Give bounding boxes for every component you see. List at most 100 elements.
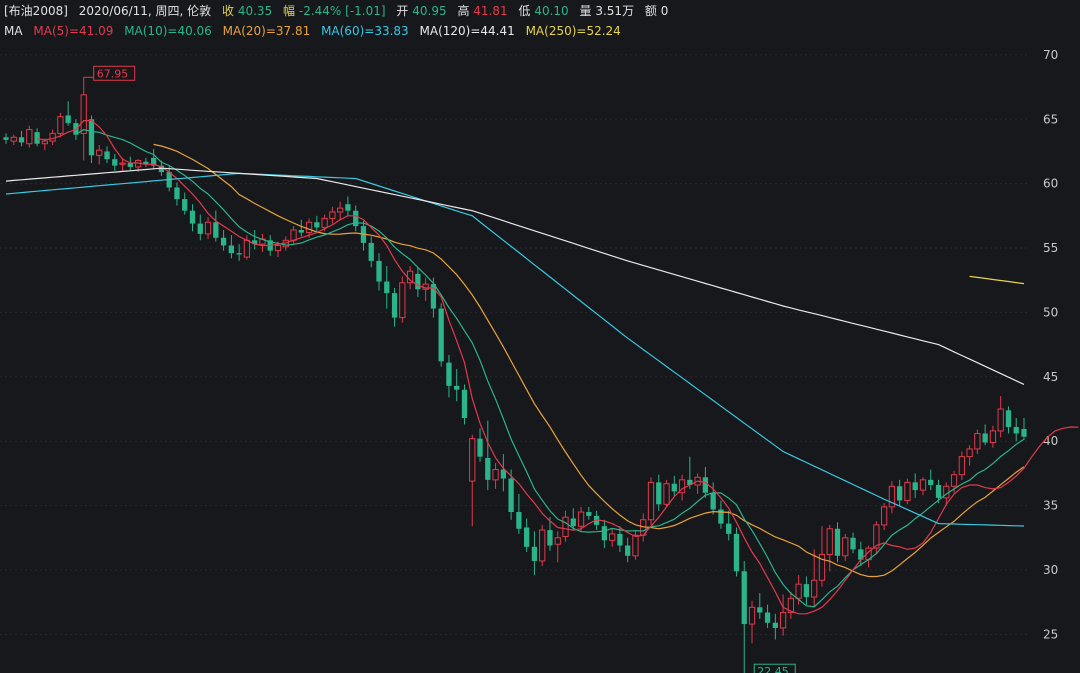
candle-body <box>1021 428 1027 437</box>
candle-body <box>539 529 546 562</box>
candle-body <box>625 545 631 556</box>
candle-body <box>119 162 126 165</box>
candle-body <box>112 159 118 166</box>
candle-body <box>96 149 103 156</box>
y-tick-label: 65 <box>1043 112 1058 126</box>
candle-body <box>632 534 639 557</box>
candle-body <box>492 469 499 481</box>
candle-body <box>733 533 740 572</box>
candle-body <box>748 606 756 625</box>
candle-body <box>305 221 313 234</box>
y-tick-label: 50 <box>1043 305 1058 319</box>
candle-body <box>34 132 40 144</box>
candle-body <box>811 579 818 598</box>
candle-body <box>764 612 771 623</box>
candle-body <box>982 433 988 443</box>
candle-body <box>18 137 25 143</box>
candle-body <box>469 438 476 482</box>
candle-body <box>772 622 778 628</box>
y-tick-label: 35 <box>1043 499 1058 513</box>
y-tick-label: 45 <box>1043 370 1058 384</box>
candle-body <box>547 530 553 546</box>
candle-body <box>399 282 406 319</box>
candle-body <box>850 537 856 550</box>
candle-body <box>337 207 344 213</box>
candle-body <box>516 512 522 529</box>
candle-body <box>531 546 538 561</box>
candle-body <box>1013 427 1019 434</box>
candle-body <box>10 136 17 142</box>
candle-body <box>1005 410 1012 428</box>
candle-body <box>391 293 398 318</box>
ma250-line <box>969 275 1025 285</box>
candle-body <box>997 408 1004 432</box>
candle-body <box>897 486 903 501</box>
candle-body <box>617 533 623 546</box>
candle-body <box>104 151 110 160</box>
candle-body <box>919 479 927 491</box>
min-price-text: 22.45 <box>757 665 789 673</box>
candle-body <box>274 244 282 252</box>
candle-body <box>26 129 33 145</box>
candle-body <box>803 584 810 598</box>
candle-body <box>368 242 374 261</box>
candle-body <box>415 273 421 290</box>
candlestick-chart: 25 30 35 40 45 50 55 60 65 70 67.95 22.45 <box>0 48 1079 673</box>
candle-body <box>741 571 747 625</box>
candle-body <box>329 211 336 219</box>
candle-body <box>950 474 958 487</box>
candle-body <box>647 481 655 521</box>
candle-body <box>57 116 64 134</box>
candle-body <box>438 308 444 362</box>
candle-body <box>726 523 732 534</box>
candle-body <box>243 239 251 258</box>
candle-body <box>524 527 530 547</box>
candle-body <box>842 537 849 557</box>
max-price-text: 67.95 <box>97 67 129 80</box>
candle-body <box>298 230 304 233</box>
candle-body <box>236 253 242 255</box>
candle-body <box>384 281 390 294</box>
candle-body <box>702 477 709 493</box>
candle-body <box>220 237 227 246</box>
candle-body <box>601 526 608 541</box>
y-tick-label: 70 <box>1043 48 1058 62</box>
y-tick-label: 30 <box>1043 563 1058 577</box>
candle-body <box>779 611 787 629</box>
y-tick-label: 40 <box>1043 434 1058 448</box>
candle-body <box>608 533 616 541</box>
candle-body <box>321 217 328 228</box>
candle-body <box>834 528 841 556</box>
candle-body <box>966 448 973 458</box>
candle-body <box>577 511 585 527</box>
candle-body <box>880 506 888 526</box>
candle-body <box>204 221 212 235</box>
candle-body <box>174 187 180 200</box>
candle-body <box>656 482 662 505</box>
candle-body <box>80 94 87 134</box>
candle-body <box>41 140 48 145</box>
candle-body <box>49 132 56 142</box>
candle-body <box>928 479 934 485</box>
candle-body <box>228 245 235 254</box>
y-tick-label: 55 <box>1043 241 1058 255</box>
candle-body <box>663 483 670 505</box>
candle-body <box>912 482 918 491</box>
candle-body <box>958 456 965 476</box>
candle-body <box>127 163 133 167</box>
candle-body <box>477 438 483 457</box>
candle-body <box>757 607 763 613</box>
y-tick-label: 60 <box>1043 177 1058 191</box>
candle-body <box>710 492 716 510</box>
candle-body <box>904 481 911 501</box>
candle-body <box>974 432 981 450</box>
candle-body <box>485 457 491 480</box>
candle-body <box>213 222 219 238</box>
candle-body <box>508 478 514 513</box>
candle-body <box>3 137 9 140</box>
y-tick-label: 25 <box>1043 627 1058 641</box>
candle-body <box>570 518 576 527</box>
candle-body <box>454 385 460 390</box>
candle-body <box>586 512 592 516</box>
ma120-line <box>5 167 1025 385</box>
